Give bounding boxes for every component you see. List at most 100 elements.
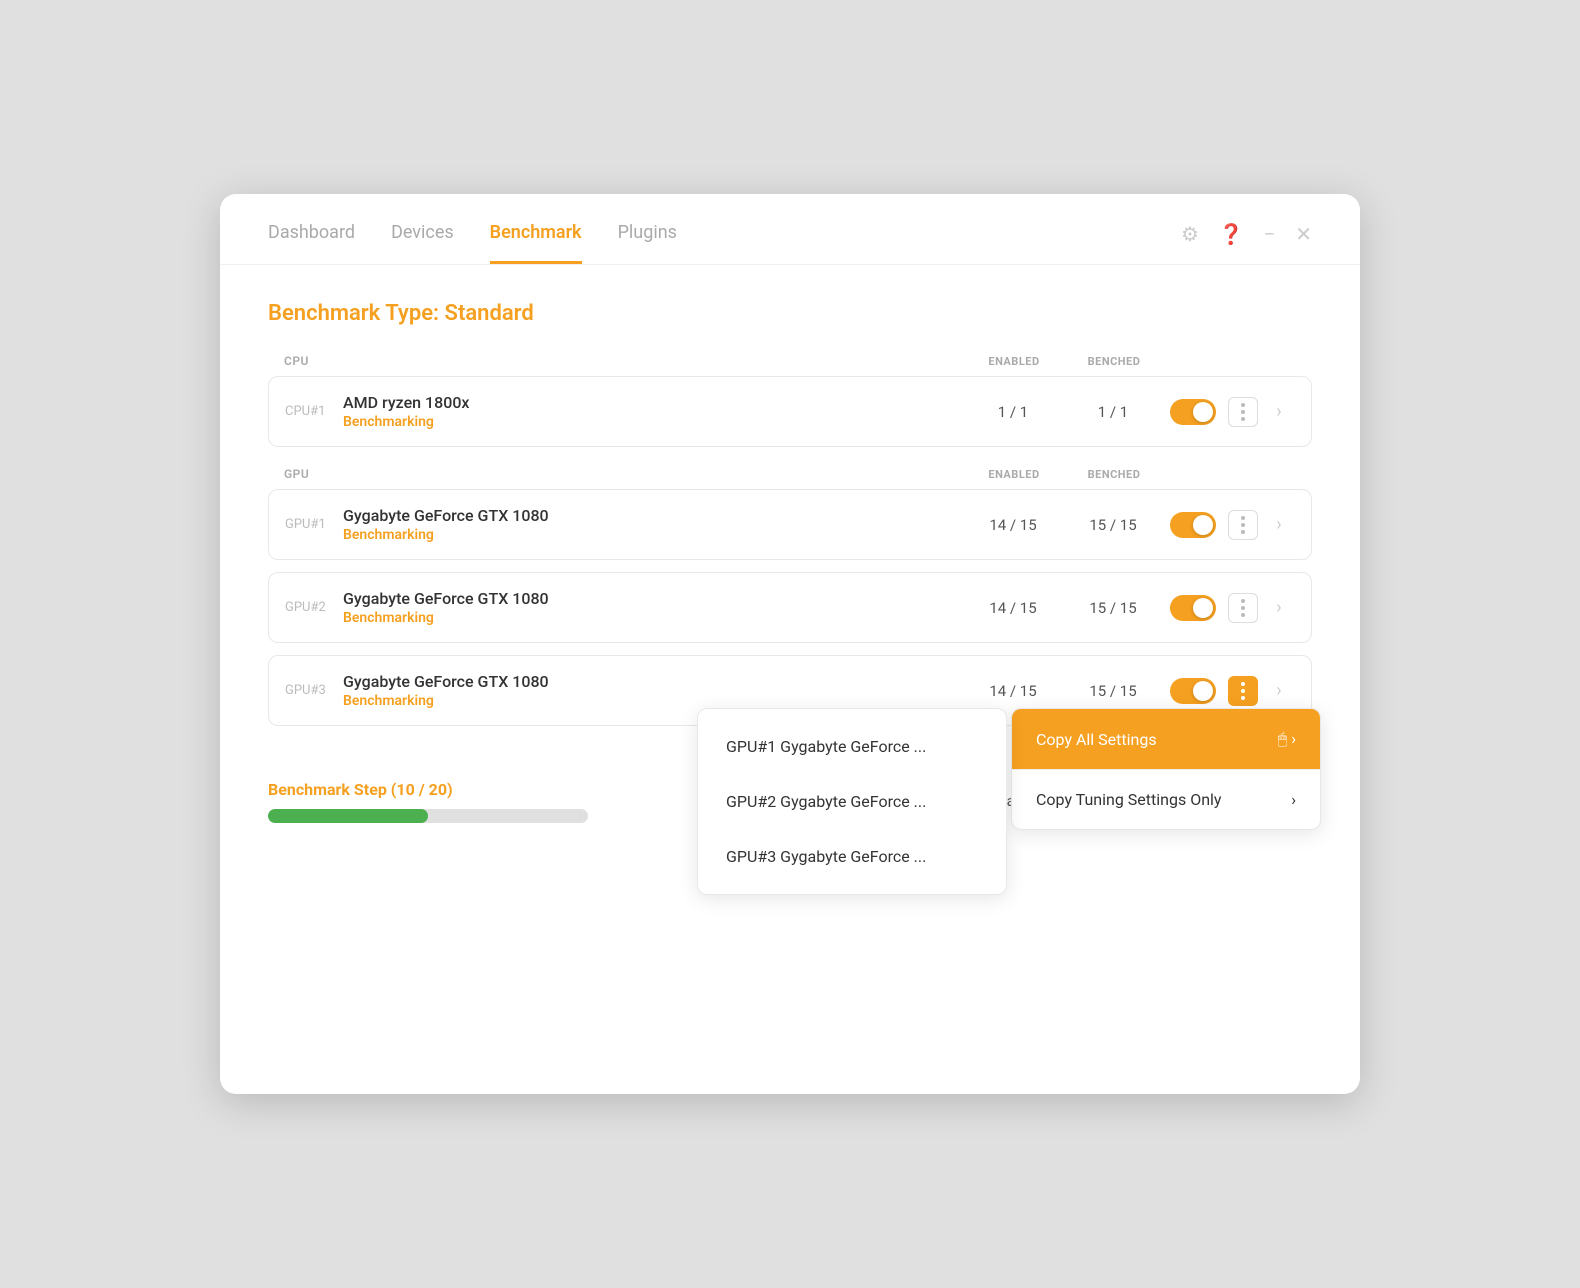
device-name: Gygabyte GeForce GTX 1080 [343,672,963,691]
cpu-section: CPU ENABLED BENCHED CPU#1 AMD ryzen 1800… [268,354,1312,447]
three-dots-icon[interactable] [1228,510,1258,540]
toggle-switch[interactable] [1170,399,1216,425]
gear-icon[interactable]: ⚙ [1181,222,1199,246]
nav-tabs: Dashboard Devices Benchmark Plugins [268,222,1181,264]
nav-bar: Dashboard Devices Benchmark Plugins ⚙ ❓ … [220,194,1360,265]
device-id: GPU#3 [285,683,343,698]
chevron-right-icon: › [1291,790,1296,809]
context-menu-overlay: GPU#1 Gygabyte GeForce ... GPU#2 Gygabyt… [697,708,1321,895]
dot [1241,613,1245,617]
device-toggle[interactable] [1163,678,1223,704]
expand-arrow-icon[interactable]: › [1263,680,1295,701]
copy-all-settings-label: Copy All Settings [1036,730,1157,749]
expand-arrow-icon[interactable]: › [1263,597,1295,618]
three-dots-icon[interactable] [1228,593,1258,623]
device-benched: 15 / 15 [1063,682,1163,700]
device-id: CPU#1 [285,404,343,419]
device-id: GPU#1 [285,517,343,532]
device-info: Gygabyte GeForce GTX 1080 Benchmarking [343,506,963,543]
tab-plugins[interactable]: Plugins [618,222,677,264]
copy-tuning-settings-label: Copy Tuning Settings Only [1036,790,1222,809]
dot [1241,417,1245,421]
device-toggle[interactable] [1163,595,1223,621]
expand-arrow-icon[interactable]: › [1263,401,1295,422]
dot [1241,530,1245,534]
submenu-item-gpu2[interactable]: GPU#2 Gygabyte GeForce ... [698,774,1006,829]
gpu-col-enabled: ENABLED [964,468,1064,481]
close-icon[interactable]: ✕ [1295,222,1312,246]
device-status: Benchmarking [343,414,963,430]
dot [1241,516,1245,520]
benchmark-type-label: Benchmark Type: [268,301,439,326]
table-row: GPU#1 Gygabyte GeForce GTX 1080 Benchmar… [268,489,1312,560]
device-enabled: 14 / 15 [963,682,1063,700]
submenu-item-gpu1[interactable]: GPU#1 Gygabyte GeForce ... [698,719,1006,774]
dot [1241,682,1245,686]
cpu-col-benched: BENCHED [1064,355,1164,368]
device-status: Benchmarking [343,610,963,626]
copy-tuning-settings-button[interactable]: Copy Tuning Settings Only › [1012,770,1320,829]
device-name: AMD ryzen 1800x [343,393,963,412]
device-enabled: 14 / 15 [963,516,1063,534]
benchmark-type: Benchmark Type: Standard [268,301,1312,326]
submenu-item-gpu3[interactable]: GPU#3 Gygabyte GeForce ... [698,829,1006,884]
device-enabled: 1 / 1 [963,403,1063,421]
device-benched: 15 / 15 [1063,516,1163,534]
device-menu-button[interactable] [1223,510,1263,540]
main-content: Benchmark Type: Standard CPU ENABLED BEN… [220,265,1360,726]
device-name: Gygabyte GeForce GTX 1080 [343,589,963,608]
nav-actions: ⚙ ❓ − ✕ [1181,222,1312,264]
device-status: Benchmarking [343,693,963,709]
dot [1241,696,1245,700]
device-enabled: 14 / 15 [963,599,1063,617]
cpu-label: CPU [284,354,964,368]
cpu-col-enabled: ENABLED [964,355,1064,368]
progress-bar-fill [268,809,428,823]
device-name: Gygabyte GeForce GTX 1080 [343,506,963,525]
dot [1241,606,1245,610]
device-menu-button[interactable] [1223,397,1263,427]
submenu-list: GPU#1 Gygabyte GeForce ... GPU#2 Gygabyt… [697,708,1007,895]
device-info: AMD ryzen 1800x Benchmarking [343,393,963,430]
device-menu-button[interactable] [1223,676,1263,706]
device-info: Gygabyte GeForce GTX 1080 Benchmarking [343,672,963,709]
device-id: GPU#2 [285,600,343,615]
table-row: GPU#2 Gygabyte GeForce GTX 1080 Benchmar… [268,572,1312,643]
device-info: Gygabyte GeForce GTX 1080 Benchmarking [343,589,963,626]
cpu-section-header: CPU ENABLED BENCHED [268,354,1312,368]
three-dots-icon[interactable] [1228,397,1258,427]
tab-devices[interactable]: Devices [391,222,454,264]
table-row: CPU#1 AMD ryzen 1800x Benchmarking 1 / 1… [268,376,1312,447]
minimize-icon[interactable]: − [1264,222,1275,246]
benchmark-type-value: Standard [445,301,534,326]
device-benched: 15 / 15 [1063,599,1163,617]
device-toggle[interactable] [1163,399,1223,425]
gpu-section-header: GPU ENABLED BENCHED [268,467,1312,481]
gpu-col-benched: BENCHED [1064,468,1164,481]
progress-bar [268,809,588,823]
device-menu-button[interactable] [1223,593,1263,623]
tab-benchmark[interactable]: Benchmark [490,222,582,264]
expand-arrow-icon[interactable]: › [1263,514,1295,535]
toggle-switch[interactable] [1170,678,1216,704]
dot [1241,403,1245,407]
gpu-section: GPU ENABLED BENCHED GPU#1 Gygabyte GeFor… [268,467,1312,726]
device-benched: 1 / 1 [1063,403,1163,421]
gpu-label: GPU [284,467,964,481]
dot [1241,410,1245,414]
toggle-switch[interactable] [1170,595,1216,621]
table-row: GPU#3 Gygabyte GeForce GTX 1080 Benchmar… [268,655,1312,726]
cursor-icon: 🖱 › [1278,729,1296,749]
app-window: Dashboard Devices Benchmark Plugins ⚙ ❓ … [220,194,1360,1094]
three-dots-icon[interactable] [1228,676,1258,706]
toggle-switch[interactable] [1170,512,1216,538]
device-status: Benchmarking [343,527,963,543]
help-icon[interactable]: ❓ [1219,222,1244,246]
copy-all-settings-button[interactable]: Copy All Settings 🖱 › [1012,709,1320,769]
device-toggle[interactable] [1163,512,1223,538]
tab-dashboard[interactable]: Dashboard [268,222,355,264]
dot [1241,523,1245,527]
dot [1241,689,1245,693]
copy-menu: Copy All Settings 🖱 › Copy Tuning Settin… [1011,708,1321,830]
dot [1241,599,1245,603]
